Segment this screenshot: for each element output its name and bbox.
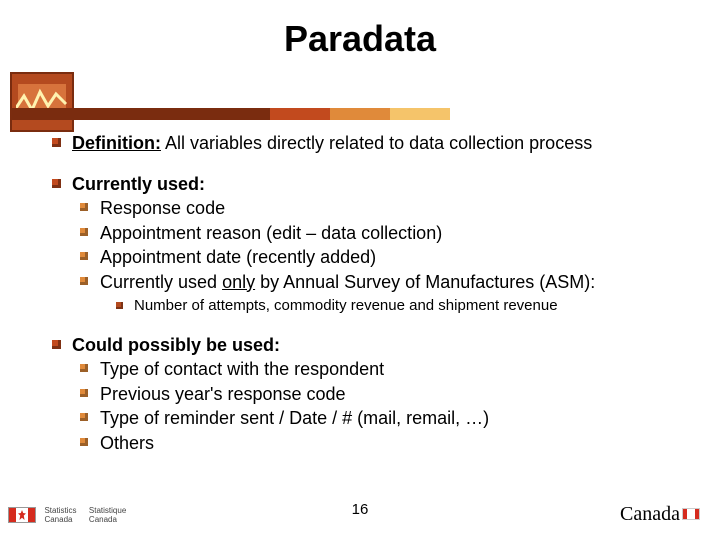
definition-label: Definition:	[72, 133, 161, 153]
bullet-currently-used: Currently used:	[52, 173, 696, 196]
list-item: Type of contact with the respondent	[80, 358, 696, 381]
list-item: Currently used only by Annual Survey of …	[80, 271, 696, 294]
canada-wordmark: Canada	[620, 503, 700, 526]
list-item: Others	[80, 432, 696, 455]
title-underline-stripe	[10, 108, 450, 120]
list-item: Appointment reason (edit – data collecti…	[80, 222, 696, 245]
bullet-definition: Definition: All variables directly relat…	[52, 132, 696, 155]
list-item: Response code	[80, 197, 696, 220]
list-item: Appointment date (recently added)	[80, 246, 696, 269]
slide-title: Paradata	[0, 18, 720, 60]
footer-agency-en: StatisticsCanada	[44, 506, 76, 524]
list-item: Previous year's response code	[80, 383, 696, 406]
footer: StatisticsCanada StatistiqueCanada Canad…	[8, 506, 710, 534]
list-item: Type of reminder sent / Date / # (mail, …	[80, 407, 696, 430]
footer-agency-fr: StatistiqueCanada	[89, 506, 126, 524]
canada-flag-icon	[682, 508, 700, 520]
definition-text: All variables directly related to data c…	[161, 133, 592, 153]
sub-list-item: Number of attempts, commodity revenue an…	[116, 297, 696, 316]
bullet-could-possibly: Could possibly be used:	[52, 334, 696, 357]
chart-logo-icon	[10, 72, 74, 132]
slide-body: Definition: All variables directly relat…	[52, 132, 696, 454]
canada-flag-icon	[8, 507, 36, 523]
